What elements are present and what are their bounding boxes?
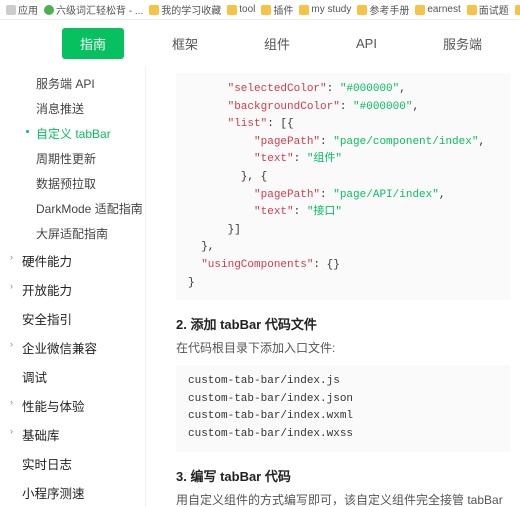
sidebar-section-label: 实时日志 — [22, 458, 72, 472]
sidebar-item[interactable]: 消息推送 — [8, 96, 145, 121]
bookmark-label: 参考手册 — [369, 2, 409, 17]
sidebar-section[interactable]: › 企业微信兼容 — [8, 333, 145, 362]
sidebar-section-label: 小程序测速 — [22, 487, 85, 501]
chevron-right-icon: › — [10, 281, 13, 291]
sidebar-item[interactable]: 周期性更新 — [8, 146, 145, 171]
folder-icon — [299, 5, 309, 15]
sidebar-item[interactable]: 大屏适配指南 — [8, 221, 145, 246]
bookmark-item[interactable]: my study — [299, 4, 351, 15]
bookmark-label: tool — [239, 4, 255, 15]
nav-tab[interactable]: 组件 — [246, 28, 308, 59]
folder-icon — [149, 5, 159, 15]
folder-icon — [261, 5, 271, 15]
sidebar-section-label: 安全指引 — [22, 313, 72, 327]
folder-icon — [357, 5, 367, 15]
chevron-right-icon: › — [10, 339, 13, 349]
sidebar-section[interactable]: 实时日志 — [8, 449, 145, 478]
bookmark-label: earnest — [427, 4, 460, 15]
code-files: custom-tab-bar/index.js custom-tab-bar/i… — [176, 365, 510, 451]
folder-icon — [467, 5, 477, 15]
folder-icon — [415, 5, 425, 15]
bookmark-item[interactable]: 参考手册 — [357, 2, 409, 17]
sidebar-section-label: 企业微信兼容 — [22, 342, 97, 356]
sidebar-section[interactable]: › 基础库 — [8, 420, 145, 449]
section2-desc: 在代码根目录下添加入口文件: — [176, 339, 510, 357]
green-icon — [44, 5, 54, 15]
bookmark-item[interactable]: 我的学习收藏 — [149, 2, 221, 17]
bookmark-label: my study — [311, 4, 351, 15]
code-config: "selectedColor": "#000000", "backgroundC… — [176, 73, 510, 300]
sidebar-item[interactable]: 数据预拉取 — [8, 171, 145, 196]
chevron-right-icon: › — [10, 397, 13, 407]
folder-icon — [515, 5, 520, 15]
section3-heading: 3. 编写 tabBar 代码 — [176, 466, 510, 485]
bookmark-item[interactable]: earnest — [415, 4, 460, 15]
bookmark-item[interactable]: upupup — [515, 4, 520, 15]
sidebar-section[interactable]: 小程序测速 — [8, 478, 145, 507]
nav-tab[interactable]: 指南 — [62, 28, 124, 59]
section2-heading: 2. 添加 tabBar 代码文件 — [176, 314, 510, 333]
bookmark-item[interactable]: 面试题 — [467, 2, 509, 17]
sidebar-section-label: 性能与体验 — [22, 400, 85, 414]
bookmark-item[interactable]: 应用 — [6, 2, 38, 17]
bookmark-item[interactable]: 插件 — [261, 2, 293, 17]
folder-icon — [227, 5, 237, 15]
bookmark-label: 插件 — [273, 2, 293, 17]
bookmark-item[interactable]: tool — [227, 4, 255, 15]
bookmark-item[interactable]: 六级词汇轻松背 - ... — [44, 2, 143, 17]
sidebar-item[interactable]: 自定义 tabBar — [8, 121, 145, 146]
nav-tab[interactable]: API — [338, 30, 395, 57]
nav-tab[interactable]: 服务端 — [425, 28, 500, 59]
chevron-right-icon: › — [10, 426, 13, 436]
sidebar-item[interactable]: 服务端 API — [8, 71, 145, 96]
chevron-right-icon: › — [10, 252, 13, 262]
nav-tab[interactable]: 框架 — [154, 28, 216, 59]
sidebar-section[interactable]: 安全指引 — [8, 304, 145, 333]
bookmark-label: 应用 — [18, 2, 38, 17]
section3-desc: 用自定义组件的方式编写即可，该自定义组件完全接管 tabBar 的渲染。另外实例… — [176, 491, 510, 507]
bookmark-label: 面试题 — [479, 2, 509, 17]
sidebar-section[interactable]: 调试 — [8, 362, 145, 391]
sidebar-section-label: 硬件能力 — [22, 255, 72, 269]
bookmark-label: 六级词汇轻松背 - ... — [56, 2, 143, 17]
sidebar-section-label: 开放能力 — [22, 284, 72, 298]
sidebar-section[interactable]: › 硬件能力 — [8, 246, 145, 275]
sidebar-section[interactable]: › 性能与体验 — [8, 391, 145, 420]
sidebar-section[interactable]: › 开放能力 — [8, 275, 145, 304]
sidebar-section-label: 调试 — [22, 371, 47, 385]
sidebar-section-label: 基础库 — [22, 429, 60, 443]
grid-icon — [6, 5, 16, 15]
bookmark-label: 我的学习收藏 — [161, 2, 221, 17]
sidebar-item[interactable]: DarkMode 适配指南 — [8, 196, 145, 221]
